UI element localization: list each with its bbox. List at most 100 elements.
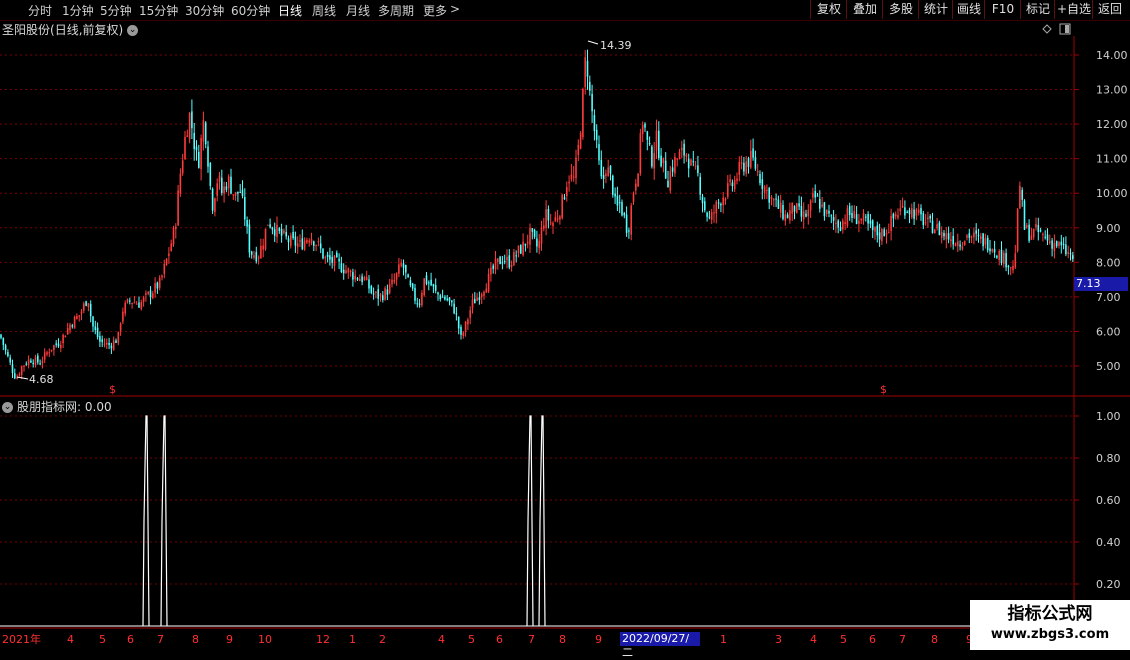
candle-body: [947, 233, 950, 240]
indicator-signal: [142, 415, 150, 627]
candle-body: [195, 146, 198, 151]
candle-body: [648, 143, 651, 145]
candle-body: [678, 151, 681, 160]
candle-body: [851, 212, 853, 218]
candle-body: [467, 319, 469, 325]
candle-body: [920, 207, 922, 215]
candle-body: [763, 186, 766, 193]
candle-body: [993, 249, 996, 253]
candle-body: [671, 167, 674, 172]
candle-body: [294, 236, 297, 246]
candle-body: [697, 165, 699, 174]
candle-body: [1016, 209, 1019, 251]
x-tick-label: 6: [127, 633, 134, 646]
candle-body: [62, 334, 64, 344]
x-tick-label: 8: [931, 633, 938, 646]
candle-body: [501, 262, 504, 264]
y-tick-label: 7.00: [1096, 291, 1121, 304]
candle-body: [469, 310, 471, 318]
candle-body: [522, 241, 524, 256]
candle-body: [244, 196, 246, 220]
candle-body: [931, 220, 934, 234]
candle-body: [494, 258, 497, 270]
candle-body: [163, 263, 166, 274]
candle-body: [158, 277, 161, 288]
candle-body: [973, 232, 975, 238]
candle-body: [149, 290, 152, 298]
candle-body: [432, 284, 435, 287]
candlestick-series: [0, 49, 1074, 380]
x-tick-label: 1: [349, 633, 356, 646]
candle-body: [234, 192, 237, 196]
candle-body: [326, 254, 329, 257]
candle-body: [400, 262, 402, 267]
candle-body: [517, 245, 520, 254]
x-tick-label: 12: [316, 633, 330, 646]
chart-canvas[interactable]: 14.0013.0012.0011.0010.009.008.007.006.0…: [0, 0, 1130, 650]
candle-body: [99, 336, 101, 342]
candle-body: [575, 157, 577, 179]
stock-name: 圣阳股份: [2, 23, 51, 37]
candle-body: [966, 235, 968, 238]
x-axis-ticks: 2021年45678910121245678913456789: [2, 632, 973, 646]
candle-body: [411, 283, 414, 289]
candle-body: [1072, 255, 1074, 259]
candle-body: [379, 294, 382, 297]
candle-body: [821, 204, 823, 207]
candle-body: [480, 294, 483, 298]
candle-body: [595, 129, 598, 140]
candle-body: [536, 238, 538, 247]
candle-body: [4, 345, 7, 351]
candle-body: [460, 326, 462, 335]
chevron-down-icon[interactable]: ⌄: [127, 25, 139, 36]
candle-body: [308, 240, 310, 243]
candle-body: [1062, 244, 1065, 246]
candle-body: [786, 214, 789, 219]
candle-body: [41, 361, 44, 364]
candle-body: [211, 188, 214, 211]
chevron-down-icon[interactable]: ⌄: [2, 402, 13, 413]
event-marker[interactable]: $: [109, 383, 116, 396]
candle-body: [39, 363, 41, 365]
watermark-url: www.zbgs3.com: [990, 627, 1110, 642]
candle-body: [492, 265, 494, 269]
x-tick-label: 3: [775, 633, 782, 646]
candle-body: [76, 316, 78, 319]
y-tick-label: 9.00: [1096, 222, 1121, 235]
candle-body: [315, 245, 317, 247]
candle-body: [740, 162, 743, 164]
candle-body: [129, 300, 131, 302]
candle-body: [998, 250, 1000, 261]
candle-body: [924, 222, 927, 224]
candle-body: [23, 365, 25, 367]
candle-body: [1039, 230, 1042, 232]
candle-body: [455, 313, 458, 315]
candle-body: [292, 232, 294, 238]
candle-body: [556, 218, 559, 220]
candle-body: [349, 270, 352, 272]
candle-body: [538, 240, 540, 249]
candle-body: [533, 229, 536, 237]
candle-body: [855, 214, 858, 224]
candle-body: [543, 225, 545, 229]
candle-body: [497, 258, 499, 262]
candle-body: [324, 257, 327, 259]
candle-body: [476, 297, 478, 301]
candle-body: [708, 216, 711, 218]
candle-body: [1028, 224, 1030, 241]
diamond-icon[interactable]: [1042, 24, 1052, 34]
candle-body: [798, 203, 800, 207]
x-tick-label: 1: [720, 633, 727, 646]
candle-body: [644, 123, 646, 128]
candle-body: [255, 252, 258, 262]
candle-body: [526, 241, 529, 244]
candle-body: [198, 151, 200, 168]
candle-body: [227, 176, 230, 189]
candle-body: [177, 190, 179, 226]
event-marker[interactable]: $: [880, 383, 887, 396]
indicator-header: ⌄ 股朋指标网: 0.00: [2, 398, 112, 415]
candle-body: [752, 148, 754, 158]
candle-body: [170, 243, 172, 251]
y-axis-ticks: 14.00 13.00 12.00 11.00 10.00 9.00 8.00 7.00 6.0…: [1074, 49, 1128, 373]
candle-body: [464, 321, 467, 332]
